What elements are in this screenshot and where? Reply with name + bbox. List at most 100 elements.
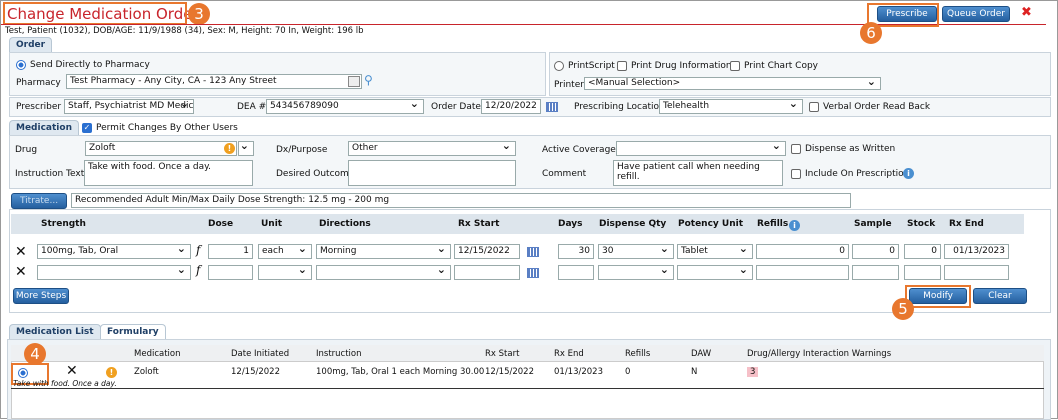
stock-input[interactable]	[904, 265, 941, 280]
grid-col-refills: Refills	[625, 349, 651, 359]
sample-input[interactable]	[852, 265, 899, 280]
days-input[interactable]	[558, 265, 594, 280]
dose-input[interactable]: 1	[208, 244, 253, 259]
verbal-order-checkbox[interactable]	[809, 102, 819, 112]
print-drug-info-checkbox[interactable]	[617, 61, 627, 71]
potency-unit-select[interactable]: Tablet	[677, 244, 753, 259]
comment-label: Comment	[542, 169, 587, 179]
print-chart-copy-checkbox[interactable]	[730, 61, 740, 71]
permit-changes-checkbox[interactable]: ✓	[82, 123, 92, 133]
strength-select[interactable]: 100mg, Tab, Oral	[37, 244, 191, 259]
rx-end-input[interactable]	[944, 265, 1009, 280]
col-rx-start: Rx Start	[458, 219, 500, 229]
tab-formulary[interactable]: Formulary	[100, 324, 166, 339]
grid-col-warnings: Drug/Allergy Interaction Warnings	[747, 349, 892, 359]
dose-input[interactable]	[208, 265, 253, 280]
col-rx-end: Rx End	[949, 219, 984, 229]
col-dose: Dose	[208, 219, 234, 229]
tab-medication[interactable]: Medication	[9, 120, 79, 135]
calendar-icon[interactable]	[546, 102, 558, 112]
printer-label: Printer	[554, 80, 584, 90]
callout-4: 4	[24, 343, 46, 365]
instruction-label: Instruction Text	[15, 169, 85, 179]
tab-medication-list[interactable]: Medication List	[9, 324, 101, 339]
printscript-radio[interactable]	[554, 61, 564, 71]
unit-select[interactable]: each	[258, 244, 312, 259]
cell-daw: N	[691, 367, 698, 377]
refills-input[interactable]: 0	[756, 244, 849, 259]
close-icon[interactable]: ✖	[1021, 5, 1032, 20]
calendar-icon[interactable]	[527, 268, 539, 278]
cell-date-initiated: 12/15/2022	[231, 367, 280, 377]
rx-start-input[interactable]: 12/15/2022	[454, 244, 520, 259]
dx-select[interactable]: Other	[348, 141, 516, 156]
order-date-label: Order Date	[431, 102, 481, 112]
printer-select[interactable]: <Manual Selection>	[584, 77, 881, 90]
pharmacy-input[interactable]: Test Pharmacy - Any City, CA - 123 Any S…	[66, 74, 362, 89]
include-on-prescription-label: Include On Prescription	[805, 169, 910, 179]
send-directly-radio[interactable]	[16, 60, 26, 70]
callout-5: 5	[892, 298, 914, 320]
drug-input[interactable]: Zoloft	[85, 141, 237, 156]
order-date-input[interactable]: 12/20/2022	[481, 99, 541, 114]
grid-col-rx-start: Rx Start	[485, 349, 520, 359]
rx-end-input[interactable]: 01/13/2023	[944, 244, 1009, 259]
days-input[interactable]: 30	[558, 244, 594, 259]
callout-highlight-modify	[905, 285, 971, 308]
warning-icon[interactable]: !	[106, 367, 117, 378]
include-on-prescription-checkbox[interactable]	[791, 169, 801, 179]
col-refills: Refills	[757, 219, 789, 229]
refills-info-icon[interactable]: i	[789, 220, 800, 231]
calendar-icon[interactable]	[527, 247, 539, 257]
more-steps-button[interactable]: More Steps	[13, 288, 69, 304]
prescriber-select[interactable]: Staff, Psychiatrist MD Medical Dc	[64, 99, 194, 114]
col-sample: Sample	[854, 219, 892, 229]
search-icon[interactable]: ⚲	[364, 73, 373, 87]
queue-order-button[interactable]: Queue Order	[942, 6, 1010, 22]
directions-select[interactable]: Morning	[316, 244, 451, 259]
patient-info: Test, Patient (1032), DOB/AGE: 11/9/1988…	[5, 26, 364, 36]
instruction-textarea[interactable]: Take with food. Once a day.	[84, 160, 253, 186]
comment-textarea[interactable]: Have patient call when needing refill.	[613, 160, 783, 186]
col-dispense-qty: Dispense Qty	[599, 219, 667, 229]
strength-select[interactable]	[37, 265, 191, 280]
stock-input[interactable]: 0	[904, 244, 941, 259]
active-coverage-label: Active Coverage	[542, 145, 616, 155]
sample-input[interactable]: 0	[852, 244, 899, 259]
pharmacy-dropdown-button[interactable]	[348, 76, 360, 87]
desired-outcome-textarea[interactable]	[348, 160, 516, 186]
cell-refills: 0	[625, 367, 631, 377]
col-stock: Stock	[907, 219, 936, 229]
function-icon[interactable]: f	[196, 263, 200, 277]
tab-order[interactable]: Order	[9, 37, 53, 52]
col-days: Days	[558, 219, 583, 229]
recommended-dose-field: Recommended Adult Min/Max Daily Dose Str…	[71, 193, 851, 208]
remove-step-icon[interactable]: ✕	[15, 264, 27, 280]
info-icon[interactable]: i	[903, 168, 914, 179]
discontinue-icon[interactable]: ✕	[66, 363, 78, 379]
directions-select[interactable]	[316, 265, 451, 280]
function-icon[interactable]: f	[196, 243, 200, 257]
prescribing-location-select[interactable]: Telehealth	[659, 99, 803, 114]
potency-unit-select[interactable]	[677, 265, 753, 280]
col-strength: Strength	[41, 219, 86, 229]
warning-icon[interactable]: !	[224, 143, 235, 154]
clear-button[interactable]: Clear	[973, 288, 1027, 304]
dispense-qty-select[interactable]: 30	[598, 244, 674, 259]
active-coverage-select[interactable]	[616, 141, 786, 156]
desired-outcome-label: Desired Outcome	[276, 169, 355, 179]
unit-select[interactable]	[258, 265, 312, 280]
dispense-qty-select[interactable]	[598, 265, 674, 280]
remove-step-icon[interactable]: ✕	[15, 244, 27, 260]
refills-input[interactable]	[756, 265, 849, 280]
drug-dropdown[interactable]	[238, 141, 254, 156]
dx-label: Dx/Purpose	[276, 145, 328, 155]
print-drug-info-label: Print Drug Information	[631, 61, 732, 71]
cell-warnings[interactable]: 3	[747, 367, 759, 377]
grid-col-daw: DAW	[691, 349, 712, 359]
dea-select[interactable]: 543456789090	[266, 99, 424, 114]
titrate-button[interactable]: Titrate...	[11, 193, 67, 209]
cell-instruction: 100mg, Tab, Oral 1 each Morning 30.00	[316, 367, 485, 377]
rx-start-input[interactable]	[454, 265, 520, 280]
dispense-as-written-checkbox[interactable]	[791, 144, 801, 154]
